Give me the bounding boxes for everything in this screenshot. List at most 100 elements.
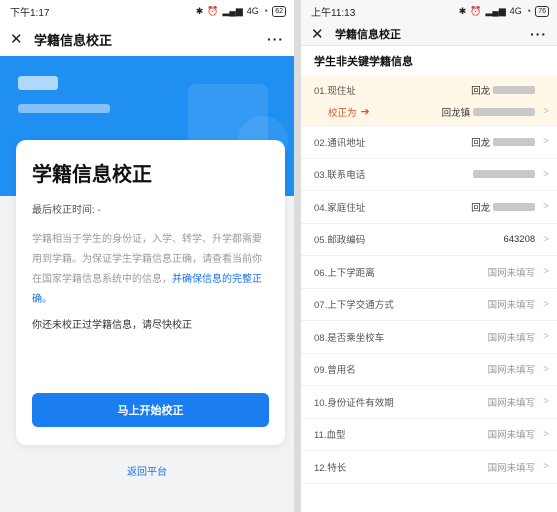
row-value: 国网未填写 > <box>488 265 549 279</box>
row-value: 国网未填写 > <box>487 362 549 377</box>
phone-left: 下午1:17 ✱ ⏰ ▂▄▆ 4G ◔ 62 ✕ 学籍信息校正 ··· 学籍信息… <box>0 0 294 512</box>
info-row[interactable]: 04.家庭住址 回龙 > <box>301 191 557 224</box>
page-title: 学籍信息校正 <box>335 28 401 41</box>
row-value: 国网未填写 > <box>488 330 549 344</box>
info-row[interactable]: 02.通讯地址 回龙 > <box>301 126 557 159</box>
status-time: 下午1:17 <box>10 7 50 19</box>
row-label: 10.身份证件有效期 <box>314 397 394 409</box>
info-row[interactable]: 11.血型 国网未填写 > <box>301 418 557 451</box>
redacted-value <box>493 85 536 94</box>
phone-right: 上午11:13 ✱ ⏰ ▂▄▆ 4G ◔ 76 ✕ 学籍信息校正 ··· 学生非… <box>301 0 557 512</box>
wifi-icon: ◔ <box>525 6 532 16</box>
row-value-text: 643208 <box>503 233 536 245</box>
row-value: > <box>470 169 549 180</box>
row-value-text: 国网未填写 <box>487 462 536 474</box>
student-school-redacted <box>18 104 110 113</box>
row-label: 06.上下学距离 <box>314 267 375 279</box>
row-value: 回龙 > <box>471 83 549 97</box>
chevron-right-icon: > <box>543 428 549 440</box>
correct-to-text: 校正为 <box>328 107 357 119</box>
row-label: 12.特长 <box>314 462 347 474</box>
row-label: 11.血型 <box>314 430 346 442</box>
network-label: 4G <box>246 6 259 16</box>
chevron-right-icon: > <box>543 298 549 310</box>
chevron-right-icon: > <box>543 136 549 148</box>
chevron-right-icon: > <box>543 106 549 117</box>
status-bar: 上午11:13 ✱ ⏰ ▂▄▆ 4G ◔ 76 <box>301 0 557 22</box>
info-row[interactable]: 03.联系电话 > <box>301 158 557 191</box>
redacted-value <box>493 137 536 146</box>
redacted-value <box>493 202 536 211</box>
row-value-text: 国网未填写 <box>487 267 536 279</box>
close-icon[interactable]: ✕ <box>10 30 30 48</box>
correct-to-label: 校正为 ➔ <box>314 105 442 119</box>
status-icons: ✱ ⏰ ▂▄▆ 4G ◔ 76 <box>458 5 549 17</box>
status-icons: ✱ ⏰ ▂▄▆ 4G ◔ 62 <box>195 5 286 17</box>
chevron-right-icon: > <box>543 363 549 375</box>
row-value: 643208 > <box>503 234 549 245</box>
status-time: 上午11:13 <box>311 7 356 19</box>
info-row[interactable]: 06.上下学距离 国网未填写 > <box>301 256 557 289</box>
row-label: 08.是否乘坐校车 <box>314 332 385 344</box>
bluetooth-icon: ✱ <box>458 5 467 16</box>
current-value-row: 01.现住址 回龙 > <box>314 83 549 97</box>
start-correction-button[interactable]: 马上开始校正 <box>32 393 269 427</box>
more-icon[interactable]: ··· <box>267 31 284 47</box>
chevron-right-icon: > <box>543 233 549 245</box>
page-title: 学籍信息校正 <box>34 32 113 48</box>
info-row[interactable]: 07.上下学交通方式 国网未填写 > <box>301 288 557 321</box>
signal-icon: ▂▄▆ <box>485 5 506 16</box>
row-label: 09.曾用名 <box>314 365 356 377</box>
row-label: 01.现住址 <box>314 85 356 97</box>
info-row[interactable]: 12.特长 国网未填写 > <box>301 451 557 484</box>
arrow-right-icon: ➔ <box>360 106 370 118</box>
row-value: 国网未填写 > <box>488 460 549 474</box>
battery-icon: 76 <box>535 5 549 17</box>
section-title: 学生非关键学籍信息 <box>301 46 557 76</box>
chevron-right-icon: > <box>543 331 549 343</box>
info-row[interactable]: 05.邮政编码 643208 > <box>301 223 557 256</box>
chevron-right-icon: > <box>543 396 549 408</box>
corrected-value-text: 回龙镇 <box>441 107 471 119</box>
row-value-text: 回龙 <box>471 137 491 149</box>
chevron-right-icon: > <box>543 201 549 213</box>
row-value-text: 国网未填写 <box>487 332 536 344</box>
student-name-redacted <box>18 76 58 90</box>
row-value-text: 回龙 <box>471 85 491 97</box>
bluetooth-icon: ✱ <box>195 5 204 16</box>
battery-icon: 62 <box>272 5 286 17</box>
row-label: 04.家庭住址 <box>314 202 366 214</box>
info-row[interactable]: 09.曾用名 国网未填写 > <box>301 353 557 386</box>
row-value-text: 国网未填写 <box>487 365 536 377</box>
row-label: 03.联系电话 <box>314 170 366 182</box>
wifi-icon: ◔ <box>262 6 269 16</box>
row-value: 回龙 > <box>471 200 549 214</box>
row-value: 国网未填写 > <box>487 427 549 442</box>
card-title: 学籍信息校正 <box>32 164 152 186</box>
row-label: 05.邮政编码 <box>314 235 366 247</box>
more-icon[interactable]: ··· <box>530 26 547 42</box>
row-value: 国网未填写 > <box>488 297 549 312</box>
nav-bar: ✕ 学籍信息校正 ··· <box>0 22 294 56</box>
redacted-value <box>473 107 536 116</box>
info-list: 02.通讯地址 回龙 >03.联系电话 >04.家庭住址 回龙 >05.邮政编码 64320… <box>301 126 557 484</box>
correction-note: 你还未校正过学籍信息，请尽快校正 <box>32 320 192 331</box>
chevron-right-icon: > <box>543 266 549 278</box>
row-value-text: 国网未填写 <box>487 397 536 409</box>
info-row-address[interactable]: 01.现住址 回龙 > 校正为 ➔ 回龙镇 > <box>301 76 557 126</box>
close-icon[interactable]: ✕ <box>311 25 331 43</box>
row-label: 02.通讯地址 <box>314 137 366 149</box>
card-description: 学籍相当于学生的身份证，入学、转学、升学都需要用到学籍。为保证学生学籍信息正确，… <box>32 230 269 310</box>
alarm-icon: ⏰ <box>207 5 219 16</box>
return-platform-link[interactable]: 返回平台 <box>0 463 294 478</box>
signal-icon: ▂▄▆ <box>222 5 243 16</box>
redacted-value <box>473 170 536 179</box>
row-value: 回龙镇 > <box>442 105 549 119</box>
chevron-right-icon: > <box>543 461 549 473</box>
row-value-text: 国网未填写 <box>487 430 536 442</box>
correction-card: 学籍信息校正 最后校正时间: - 学籍相当于学生的身份证，入学、转学、升学都需要… <box>16 140 285 445</box>
info-row[interactable]: 08.是否乘坐校车 国网未填写 > <box>301 321 557 354</box>
corrected-value-row: 校正为 ➔ 回龙镇 > <box>314 105 549 119</box>
row-value-text: 回龙 <box>471 202 491 214</box>
info-row[interactable]: 10.身份证件有效期 国网未填写 > <box>301 386 557 419</box>
